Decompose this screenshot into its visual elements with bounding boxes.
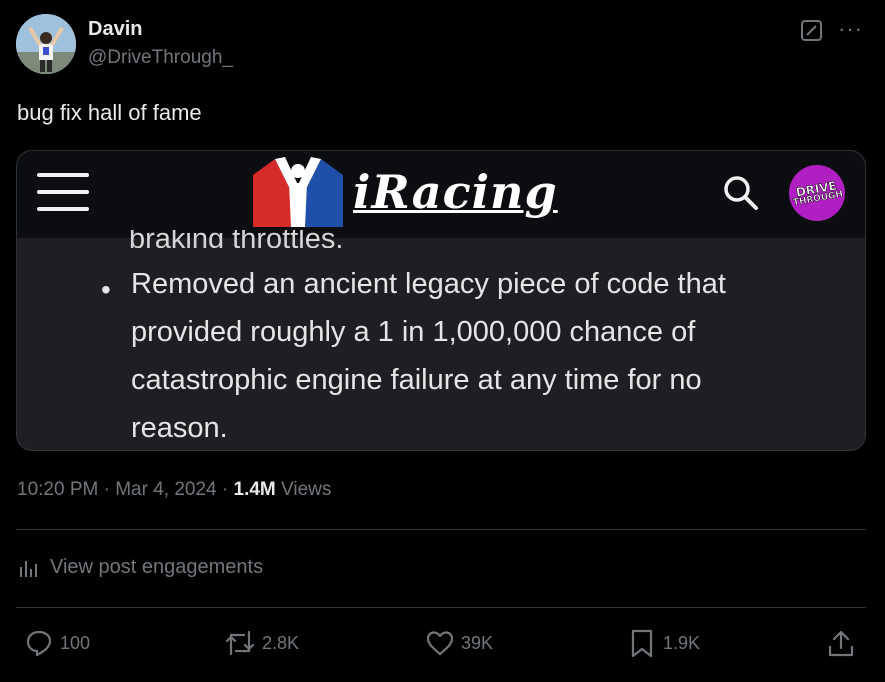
share-button[interactable] [827, 628, 861, 658]
cut-off-text: braking throttles. [129, 230, 344, 248]
post-text: bug fix hall of fame [17, 100, 202, 125]
post-meta: 10:20 PM · Mar 4, 2024 · 1.4M Views [17, 479, 331, 501]
reply-button[interactable]: 100 [24, 628, 90, 658]
repost-button[interactable]: 2.8K [224, 628, 299, 658]
more-icon[interactable]: ··· [838, 16, 863, 42]
repost-icon [225, 630, 255, 656]
meta-separator: · [103, 479, 110, 500]
reply-icon [26, 630, 52, 657]
divider [16, 529, 866, 530]
bullet-line: reason. [131, 412, 228, 444]
bullet-icon: • [101, 274, 111, 305]
avatar[interactable] [16, 14, 76, 74]
views-count: 1.4M [233, 479, 276, 500]
views-label: Views [281, 479, 332, 500]
media-card[interactable]: iRacing DRIVE THROUGH braking throttles.… [16, 150, 866, 451]
like-icon [426, 631, 454, 656]
post-date[interactable]: Mar 4, 2024 [115, 479, 216, 500]
article-excerpt: braking throttles. • Removed an ancient … [17, 230, 865, 450]
share-icon [828, 630, 854, 657]
bullet-line: Removed an ancient legacy piece of code … [131, 268, 726, 300]
meta-separator: · [221, 479, 229, 500]
iracing-logo-icon [253, 157, 343, 227]
bookmark-count: 1.9K [663, 632, 701, 653]
bookmark-icon [631, 629, 653, 658]
reply-count: 100 [60, 632, 91, 653]
search-icon [721, 173, 761, 213]
iracing-navbar: iRacing DRIVE THROUGH [17, 151, 865, 238]
iracing-wordmark: iRacing [353, 165, 558, 219]
drive-through-badge: DRIVE THROUGH [784, 160, 850, 226]
view-engagements-link[interactable]: View post engagements [18, 556, 263, 579]
author-name[interactable]: Davin [88, 18, 142, 41]
repost-count: 2.8K [262, 632, 300, 653]
engagements-label: View post engagements [50, 556, 264, 578]
divider [16, 607, 866, 608]
bookmark-button[interactable]: 1.9K [627, 628, 700, 658]
hamburger-icon [37, 173, 89, 215]
bullet-line: catastrophic engine failure at any time … [131, 364, 702, 396]
grok-icon[interactable] [801, 20, 822, 41]
analytics-icon [20, 560, 37, 577]
bullet-line: provided roughly a 1 in 1,000,000 chance… [131, 316, 696, 348]
post-time[interactable]: 10:20 PM [17, 479, 98, 500]
author-handle[interactable]: @DriveThrough_ [88, 47, 233, 69]
like-count: 39K [461, 632, 494, 653]
like-button[interactable]: 39K [425, 628, 493, 658]
